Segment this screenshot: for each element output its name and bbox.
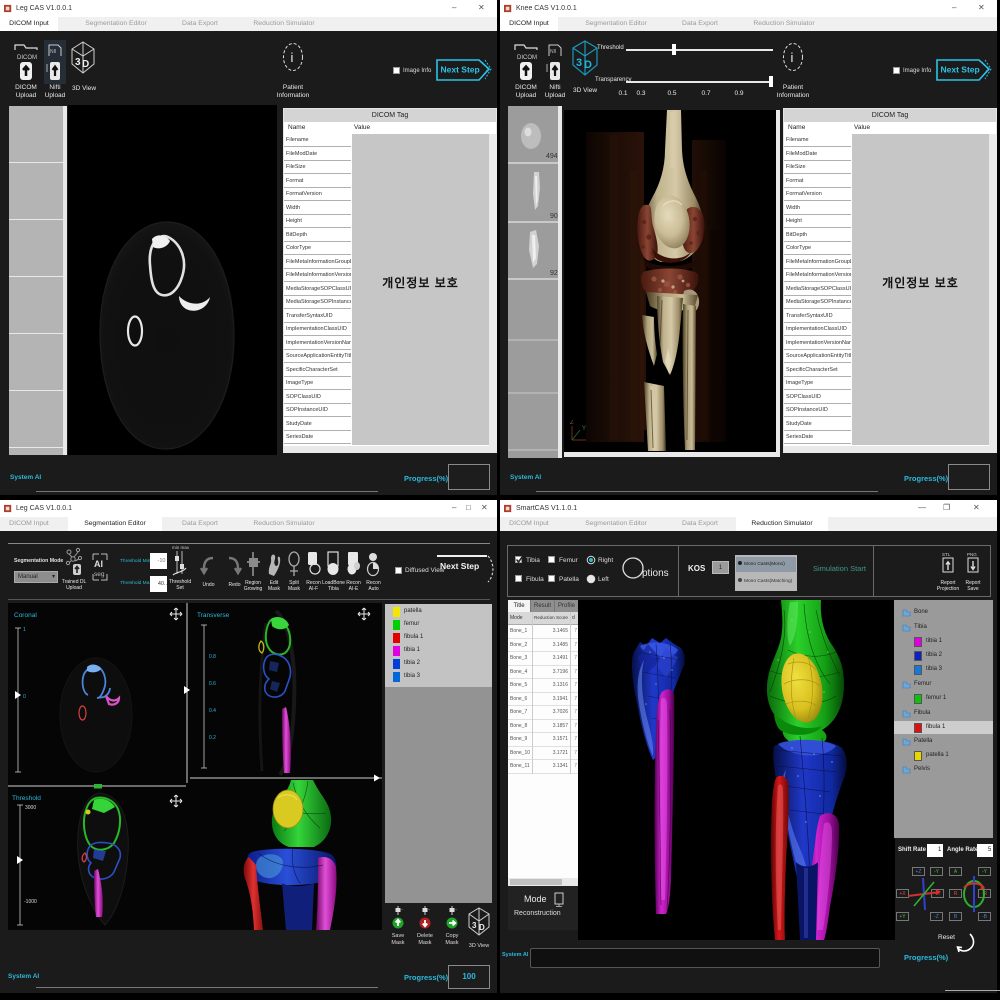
svg-text:Transverse: Transverse bbox=[197, 612, 230, 619]
svg-text:Y: Y bbox=[582, 426, 586, 432]
svg-text:0.6: 0.6 bbox=[209, 681, 216, 687]
svg-text:~: ~ bbox=[401, 907, 404, 912]
svg-text:i: i bbox=[291, 50, 294, 65]
svg-text:ptions: ptions bbox=[642, 568, 669, 579]
svg-text:92: 92 bbox=[550, 270, 558, 277]
svg-text:min max: min max bbox=[172, 545, 190, 550]
svg-text:3: 3 bbox=[576, 57, 582, 69]
svg-text:90: 90 bbox=[550, 213, 558, 220]
svg-text:494: 494 bbox=[546, 153, 558, 160]
svg-text:DICOM: DICOM bbox=[517, 55, 537, 61]
svg-text:0.8: 0.8 bbox=[209, 654, 216, 660]
svg-text:0: 0 bbox=[23, 694, 26, 700]
svg-text:D: D bbox=[82, 59, 89, 70]
svg-text:DICOM: DICOM bbox=[17, 55, 37, 61]
svg-text:3: 3 bbox=[75, 57, 81, 68]
svg-text:seg: seg bbox=[94, 571, 105, 578]
svg-text:~: ~ bbox=[455, 907, 458, 912]
svg-text:NII: NII bbox=[550, 49, 556, 55]
svg-text:i: i bbox=[791, 50, 794, 65]
svg-text:PNG: PNG bbox=[967, 552, 977, 557]
svg-text:D: D bbox=[584, 59, 592, 71]
svg-text:0.2: 0.2 bbox=[209, 735, 216, 741]
svg-text:Threshold: Threshold bbox=[12, 795, 41, 802]
svg-text:Next Step: Next Step bbox=[441, 65, 480, 75]
svg-text:-1000: -1000 bbox=[24, 899, 37, 905]
svg-text:Coronal: Coronal bbox=[14, 612, 37, 619]
svg-text:1: 1 bbox=[23, 627, 26, 633]
svg-text:Z: Z bbox=[570, 420, 574, 426]
svg-text:3: 3 bbox=[472, 921, 477, 930]
svg-text:3000: 3000 bbox=[25, 805, 36, 811]
svg-text:NII: NII bbox=[50, 49, 56, 55]
svg-text:0.4: 0.4 bbox=[209, 708, 216, 714]
svg-text:Next Step: Next Step bbox=[941, 65, 980, 75]
svg-text:STL: STL bbox=[942, 552, 951, 557]
svg-text:~: ~ bbox=[428, 907, 431, 912]
svg-text:AI: AI bbox=[94, 559, 103, 569]
svg-text:D: D bbox=[479, 923, 485, 932]
